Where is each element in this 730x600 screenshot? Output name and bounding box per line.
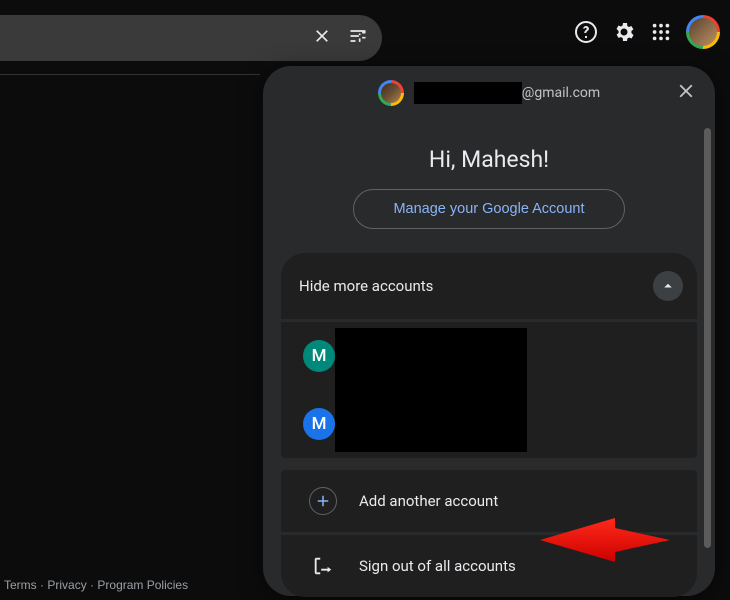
manage-account-button[interactable]: Manage your Google Account	[353, 189, 625, 229]
sign-out-label: Sign out of all accounts	[359, 557, 516, 575]
greeting-text: Hi, Mahesh!	[263, 146, 715, 173]
chevron-up-icon	[653, 271, 683, 301]
footer-program-link[interactable]: Program Policies	[97, 578, 188, 592]
account-list: M M	[281, 322, 697, 458]
footer-terms-link[interactable]: Terms	[4, 578, 37, 592]
sign-out-all-button[interactable]: Sign out of all accounts	[281, 535, 697, 597]
add-account-label: Add another account	[359, 492, 498, 510]
clear-search-icon[interactable]	[312, 26, 332, 50]
footer-links: Terms · Privacy · Program Policies	[4, 578, 188, 592]
current-email: @gmail.com	[414, 82, 600, 104]
account-avatar-initial: M	[303, 408, 335, 440]
add-account-button[interactable]: Add another account	[281, 470, 697, 532]
account-avatar-initial: M	[303, 340, 335, 372]
plus-icon	[309, 487, 337, 515]
logout-icon	[309, 555, 337, 577]
footer-privacy-link[interactable]: Privacy	[47, 578, 86, 592]
scrollbar[interactable]	[704, 128, 711, 548]
email-domain: @gmail.com	[522, 85, 600, 101]
header-avatar	[378, 80, 404, 106]
toggle-accounts-button[interactable]: Hide more accounts	[281, 253, 697, 319]
tune-icon[interactable]	[348, 26, 368, 50]
panel-header: @gmail.com	[263, 66, 715, 120]
profile-avatar[interactable]	[686, 15, 720, 49]
divider	[0, 74, 260, 75]
actions-card: Add another account Sign out of all acco…	[281, 470, 697, 597]
help-icon[interactable]	[574, 20, 598, 44]
toggle-accounts-label: Hide more accounts	[299, 277, 433, 295]
top-bar	[0, 0, 730, 60]
redacted-account-info	[335, 328, 527, 452]
accounts-card: Hide more accounts M M	[281, 253, 697, 458]
account-panel: @gmail.com Hi, Mahesh! Manage your Googl…	[263, 66, 715, 596]
settings-gear-icon[interactable]	[612, 20, 636, 44]
apps-grid-icon[interactable]	[650, 21, 672, 43]
search-bar[interactable]	[0, 15, 382, 61]
close-panel-icon[interactable]	[675, 80, 697, 106]
redacted-email-local	[414, 82, 522, 104]
